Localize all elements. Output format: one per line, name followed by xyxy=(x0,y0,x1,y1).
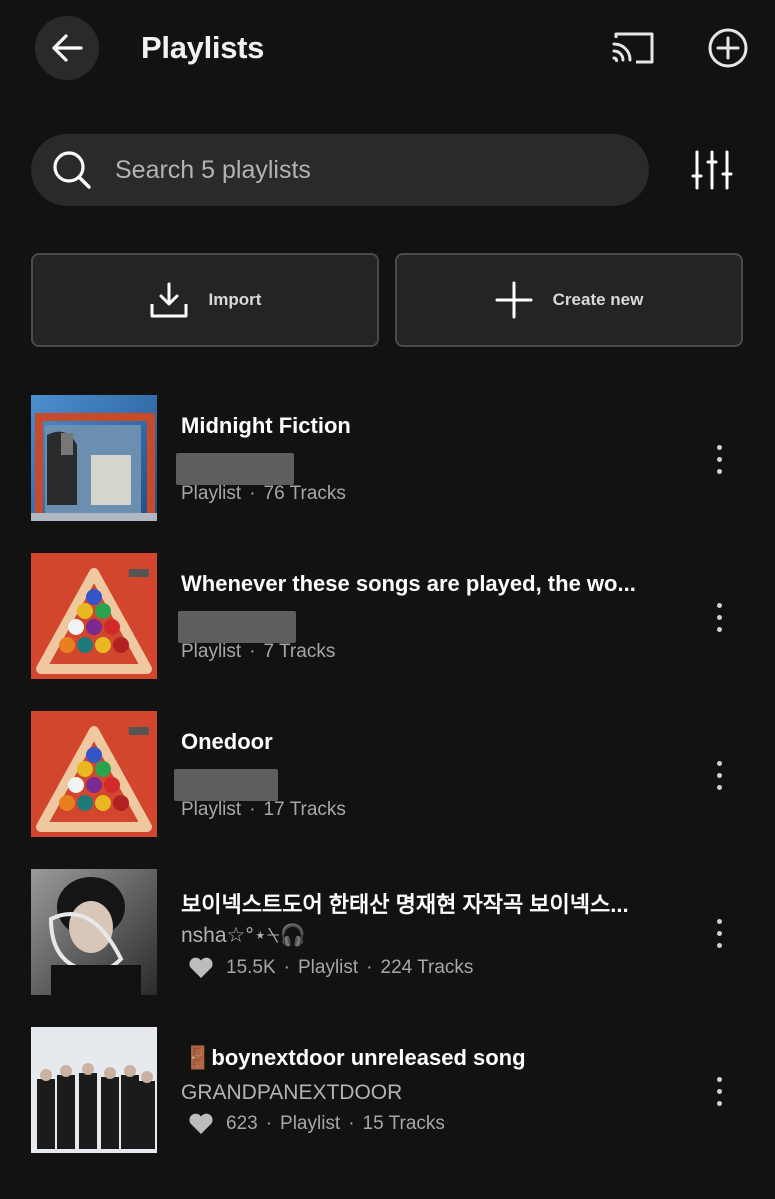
plus-icon xyxy=(495,281,533,319)
more-options-button[interactable] xyxy=(705,1069,733,1113)
arrow-left-icon xyxy=(52,34,83,62)
download-icon xyxy=(150,282,188,318)
create-new-button[interactable]: Create new xyxy=(395,253,743,347)
search-placeholder: Search 5 playlists xyxy=(115,156,311,184)
track-count: 7 Tracks xyxy=(263,641,336,662)
playlist-row[interactable]: Onedoor Playlist · 17 Tracks xyxy=(0,711,775,839)
more-options-button[interactable] xyxy=(705,437,733,481)
separator: · xyxy=(366,957,373,978)
cast-button[interactable] xyxy=(610,28,656,68)
more-options-button[interactable] xyxy=(705,911,733,955)
playlist-type: Playlist xyxy=(297,957,359,978)
playlist-meta: Playlist · 17 Tracks xyxy=(181,799,346,821)
more-options-button[interactable] xyxy=(705,753,733,797)
playlist-title: 🚪boynextdoor unreleased song xyxy=(184,1045,526,1070)
track-count: 224 Tracks xyxy=(380,957,474,978)
like-count: 15.5K xyxy=(226,957,276,978)
playlist-author: nsha☆°⋆⍀🎧 xyxy=(181,924,306,947)
create-new-label: Create new xyxy=(552,290,644,309)
playlist-cover xyxy=(31,869,157,995)
playlist-type: Playlist xyxy=(181,483,242,504)
playlist-meta: 15.5K · Playlist · 224 Tracks xyxy=(185,957,473,979)
cast-icon xyxy=(612,32,654,64)
plus-circle-icon xyxy=(708,28,748,68)
playlist-cover xyxy=(31,553,157,679)
filter-button[interactable] xyxy=(690,148,734,192)
separator: · xyxy=(249,641,256,662)
playlist-type: Playlist xyxy=(280,1113,341,1134)
sliders-icon xyxy=(691,150,733,190)
playlist-row[interactable]: Midnight Fiction Playlist · 76 Tracks xyxy=(0,395,775,523)
page-title: Playlists xyxy=(141,30,265,65)
more-options-button[interactable] xyxy=(705,595,733,639)
separator: · xyxy=(249,483,256,504)
add-playlist-button[interactable] xyxy=(705,25,751,71)
playlist-row[interactable]: 🚪boynextdoor unreleased song GRANDPANEXT… xyxy=(0,1027,775,1155)
separator: · xyxy=(283,957,290,978)
playlist-row[interactable]: Whenever these songs are played, the wo.… xyxy=(0,553,775,681)
playlist-type: Playlist xyxy=(181,799,242,820)
playlist-meta: 623 · Playlist · 15 Tracks xyxy=(185,1113,445,1135)
import-button[interactable]: Import xyxy=(31,253,379,347)
playlist-meta: Playlist · 76 Tracks xyxy=(181,483,346,505)
top-bar: Playlists xyxy=(0,0,775,96)
search-input[interactable]: Search 5 playlists xyxy=(31,134,649,206)
playlist-title: Whenever these songs are played, the wo.… xyxy=(181,571,636,596)
playlist-meta: Playlist · 7 Tracks xyxy=(181,641,335,663)
track-count: 17 Tracks xyxy=(263,799,346,820)
playlist-title: Midnight Fiction xyxy=(181,413,351,438)
import-label: Import xyxy=(208,290,262,309)
separator: · xyxy=(265,1113,273,1134)
playlist-cover xyxy=(31,711,157,837)
separator: · xyxy=(249,799,256,820)
like-count: 623 xyxy=(226,1113,258,1134)
playlist-author: GRANDPANEXTDOOR xyxy=(181,1081,403,1104)
back-button[interactable] xyxy=(35,16,99,80)
playlist-cover xyxy=(31,395,157,521)
redacted-author xyxy=(174,769,278,801)
track-count: 76 Tracks xyxy=(263,483,346,504)
redacted-author xyxy=(176,453,294,485)
redacted-author xyxy=(178,611,296,643)
search-icon xyxy=(53,151,91,189)
playlist-title: Onedoor xyxy=(181,729,273,754)
heart-icon xyxy=(189,1113,213,1134)
playlist-row[interactable]: 보이넥스트도어 한태산 명재현 자작곡 보이넥스... nsha☆°⋆⍀🎧 15… xyxy=(0,869,775,997)
heart-icon xyxy=(189,957,213,978)
separator: · xyxy=(348,1113,355,1134)
playlist-title: 보이넥스트도어 한태산 명재현 자작곡 보이넥스... xyxy=(181,892,629,917)
track-count: 15 Tracks xyxy=(362,1113,445,1134)
playlist-type: Playlist xyxy=(181,641,242,662)
playlist-cover xyxy=(31,1027,157,1153)
